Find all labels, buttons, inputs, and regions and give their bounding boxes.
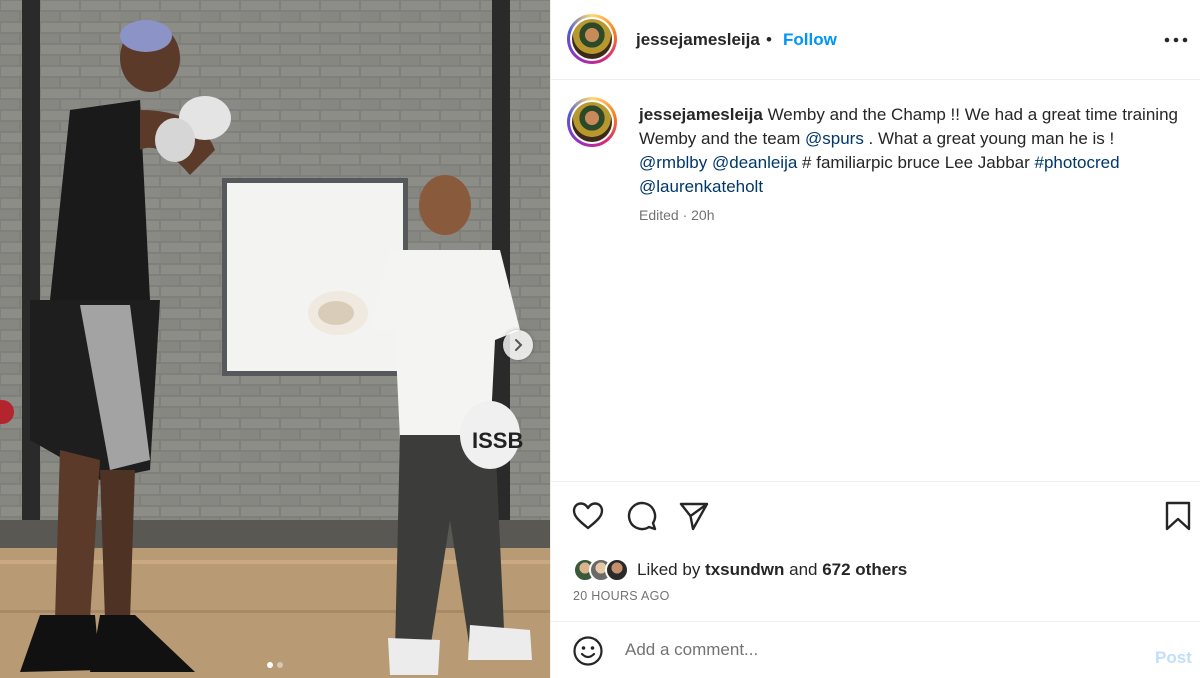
follow-button[interactable]: Follow <box>783 30 837 50</box>
post-photo: ISSB <box>0 0 550 678</box>
more-options-icon <box>1164 37 1188 43</box>
more-options-button[interactable] <box>1163 27 1189 53</box>
carousel-dot <box>277 662 283 668</box>
share-button[interactable] <box>677 499 711 533</box>
smiley-icon <box>573 636 603 666</box>
likes-summary: Liked by txsundwn and 672 others <box>573 555 907 585</box>
caption-username[interactable]: jessejamesleija <box>639 105 763 124</box>
hashtag-link[interactable]: #photocred <box>1035 153 1120 172</box>
comment-button[interactable] <box>625 499 659 533</box>
likes-joiner: and <box>784 560 823 579</box>
likes-text: Liked by txsundwn and 672 others <box>637 560 907 580</box>
separator-bullet: • <box>766 30 772 49</box>
liker-username[interactable]: txsundwn <box>705 560 784 579</box>
mention-link[interactable]: @deanleija <box>712 153 797 172</box>
mention-link[interactable]: @laurenkateholt <box>639 177 763 196</box>
carousel-dot-active <box>267 662 273 668</box>
post-header: jessejamesleija • Follow <box>551 0 1200 80</box>
caption-section: jessejamesleija Wemby and the Champ !! W… <box>551 81 1200 481</box>
caption-meta: Edited · 20h <box>639 207 715 223</box>
author-username[interactable]: jessejamesleija <box>636 30 760 50</box>
author-avatar[interactable] <box>567 14 617 64</box>
post-media[interactable]: ISSB <box>0 0 550 678</box>
save-button[interactable] <box>1161 499 1195 533</box>
caption-text: . What a great young man he is ! <box>863 129 1115 148</box>
likes-prefix: Liked by <box>637 560 706 579</box>
mitt-logo-text: ISSB <box>472 428 523 453</box>
carousel-next-button[interactable] <box>503 330 533 360</box>
carousel-indicator <box>0 662 550 668</box>
mention-link[interactable]: @spurs <box>805 129 864 148</box>
bookmark-icon <box>1165 501 1191 531</box>
emoji-button[interactable] <box>571 634 605 668</box>
mention-link[interactable]: @rmblby <box>639 153 707 172</box>
avatar-image <box>572 102 612 142</box>
likes-others-link[interactable]: 672 others <box>822 560 907 579</box>
avatar-image <box>572 19 612 59</box>
chevron-right-icon <box>515 339 523 351</box>
comment-input[interactable] <box>625 636 1125 664</box>
heart-icon <box>572 502 604 530</box>
post-comment-button[interactable]: Post <box>1155 648 1192 668</box>
action-bar: Liked by txsundwn and 672 others 20 HOUR… <box>551 481 1200 621</box>
paper-plane-icon <box>679 502 709 531</box>
post-side-panel: jessejamesleija • Follow jessejamesleija… <box>550 0 1200 678</box>
post-caption: jessejamesleija Wemby and the Champ !! W… <box>639 103 1179 199</box>
like-button[interactable] <box>571 499 605 533</box>
liker-avatar[interactable] <box>605 558 629 582</box>
post-timestamp[interactable]: 20 HOURS AGO <box>573 589 670 603</box>
caption-text: # familiarpic bruce Lee Jabbar <box>797 153 1035 172</box>
comment-bubble-icon <box>627 501 657 531</box>
comment-bar: Post <box>551 621 1200 678</box>
caption-author-avatar[interactable] <box>567 97 617 147</box>
